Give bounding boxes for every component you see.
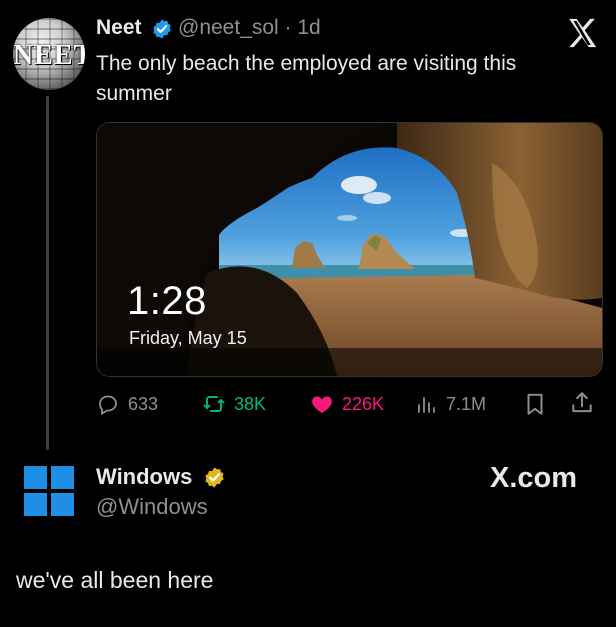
windows-logo-icon[interactable]	[24, 466, 74, 516]
windows-handle[interactable]: @Windows	[96, 494, 208, 520]
lockscreen-date: Friday, May 15	[129, 328, 247, 348]
x-logo-icon	[569, 18, 597, 48]
reply-button[interactable]: 633	[96, 390, 158, 418]
reply-icon	[99, 395, 117, 416]
retweet-icon	[203, 396, 225, 412]
avatar-logo-text: NEET	[13, 40, 85, 71]
retweet-button[interactable]: 38K	[202, 390, 266, 418]
heart-icon	[312, 396, 332, 413]
caption-text: we've all been here	[16, 567, 214, 593]
gold-verified-icon	[205, 467, 224, 488]
avatar[interactable]: NEET	[13, 18, 85, 90]
author-handle-time[interactable]: @neet_sol · 1d	[178, 16, 321, 40]
like-button[interactable]: 226K	[310, 390, 384, 418]
verified-badge-icon	[153, 19, 171, 39]
views-count: 7.1M	[446, 393, 487, 414]
like-count: 226K	[342, 393, 385, 414]
retweet-count: 38K	[234, 393, 267, 414]
lockscreen-time: 1:28	[127, 279, 207, 323]
tweet-media-image[interactable]: 1:28 Friday, May 15	[96, 122, 603, 377]
author-name[interactable]: Neet	[96, 16, 142, 40]
bookmark-icon[interactable]	[522, 391, 548, 417]
windows-name[interactable]: Windows	[96, 464, 192, 490]
views-button[interactable]: 7.1M	[414, 390, 486, 418]
tweet-text: The only beach the employed are visiting…	[96, 52, 517, 105]
views-icon	[418, 397, 435, 413]
thread-line	[46, 96, 49, 450]
reply-count: 633	[128, 393, 159, 414]
x-com-brand-text: X.com	[490, 462, 578, 494]
share-icon[interactable]	[569, 390, 595, 416]
